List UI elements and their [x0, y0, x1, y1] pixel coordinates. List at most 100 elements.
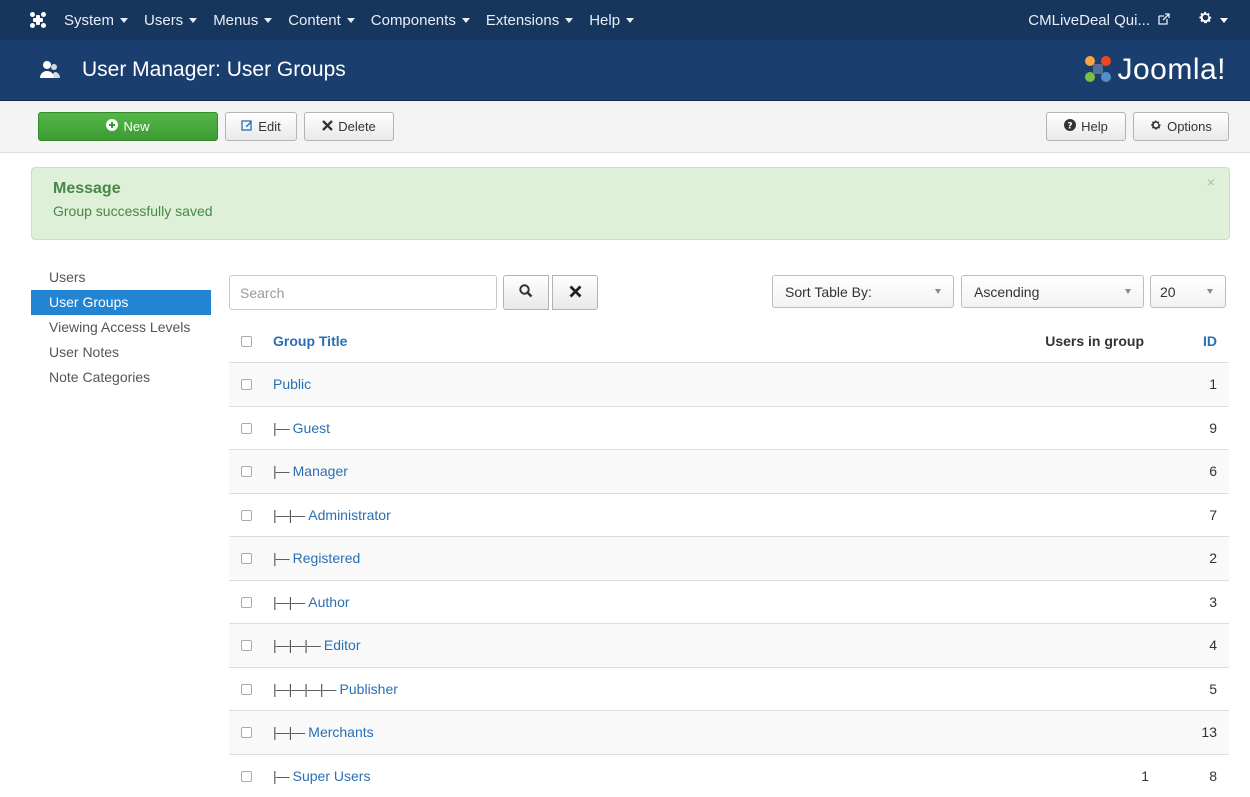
delete-button[interactable]: Delete — [304, 112, 394, 141]
search-input[interactable] — [229, 275, 497, 310]
brand-text: Joomla! — [1117, 53, 1226, 87]
menu-item-label: Help — [589, 12, 620, 29]
direction-select-label: Ascending — [974, 284, 1039, 300]
menu-item-menus[interactable]: Menus — [205, 0, 280, 40]
menu-item-label: Components — [371, 12, 456, 29]
row-checkbox[interactable] — [241, 379, 252, 390]
group-title-cell: |—Super Users — [273, 768, 370, 784]
question-circle-icon: ? — [1064, 119, 1076, 134]
group-title-link[interactable]: Publisher — [340, 681, 398, 697]
menu-item-system[interactable]: System — [56, 0, 136, 40]
sidebar: UsersUser GroupsViewing Access LevelsUse… — [31, 265, 211, 390]
menu-item-label: Users — [144, 12, 183, 29]
new-button[interactable]: New — [38, 112, 218, 141]
group-title-link[interactable]: Administrator — [308, 507, 390, 523]
group-title-link[interactable]: Super Users — [293, 768, 371, 784]
gear-icon — [1198, 10, 1213, 30]
row-checkbox[interactable] — [241, 510, 252, 521]
table-row: |—|—Author3 — [229, 580, 1229, 624]
close-icon — [569, 285, 582, 301]
settings-menu[interactable] — [1180, 10, 1250, 30]
top-navbar: System Users Menus Content Components Extensi… — [0, 0, 1250, 40]
chevron-down-icon — [1207, 289, 1213, 294]
page-title: User Manager: User Groups — [82, 58, 346, 82]
svg-text:?: ? — [1068, 122, 1073, 132]
options-button[interactable]: Options — [1133, 112, 1229, 141]
column-group-title[interactable]: Group Title — [273, 333, 347, 349]
delete-button-label: Delete — [338, 119, 376, 134]
close-icon[interactable]: × — [1207, 174, 1215, 190]
chevron-down-icon — [565, 18, 573, 23]
group-title-link[interactable]: Merchants — [308, 724, 373, 740]
menu-item-label: Menus — [213, 12, 258, 29]
options-button-label: Options — [1167, 119, 1212, 134]
table-row: |—Registered2 — [229, 536, 1229, 580]
group-title-link[interactable]: Author — [308, 594, 349, 610]
group-title-link[interactable]: Guest — [293, 420, 330, 436]
group-title-cell: |—|—|—Editor — [273, 637, 361, 653]
main-menu: System Users Menus Content Components Extensi… — [56, 0, 642, 40]
select-all-checkbox[interactable] — [241, 336, 252, 347]
group-title-link[interactable]: Registered — [293, 550, 361, 566]
chevron-down-icon — [120, 18, 128, 23]
group-title-cell: |—Registered — [273, 550, 360, 566]
chevron-down-icon — [189, 18, 197, 23]
menu-item-content[interactable]: Content — [280, 0, 363, 40]
menu-item-label: System — [64, 12, 114, 29]
menu-item-help[interactable]: Help — [581, 0, 642, 40]
search-button[interactable] — [503, 275, 549, 310]
row-checkbox[interactable] — [241, 727, 252, 738]
external-link-icon — [1158, 13, 1170, 28]
menu-item-label: Extensions — [486, 12, 559, 29]
row-checkbox[interactable] — [241, 640, 252, 651]
chevron-down-icon — [1125, 289, 1131, 294]
success-message: Message Group successfully saved × — [31, 167, 1230, 240]
row-checkbox[interactable] — [241, 423, 252, 434]
menu-item-users[interactable]: Users — [136, 0, 205, 40]
menu-item-extensions[interactable]: Extensions — [478, 0, 581, 40]
row-checkbox[interactable] — [241, 684, 252, 695]
tree-prefix: |—|— — [273, 507, 304, 523]
toolbar: New Edit Delete ? Help Options — [0, 101, 1250, 153]
sort-select-label: Sort Table By: — [785, 284, 872, 300]
sidebar-item-user-notes[interactable]: User Notes — [31, 340, 211, 365]
joomla-logo-icon — [1083, 54, 1113, 87]
group-title-link[interactable]: Public — [273, 376, 311, 392]
sort-select[interactable]: Sort Table By: — [772, 275, 954, 308]
sidebar-item-viewing-access-levels[interactable]: Viewing Access Levels — [31, 315, 211, 340]
id-cell: 6 — [1209, 463, 1217, 479]
sidebar-item-users[interactable]: Users — [31, 265, 211, 290]
limit-select[interactable]: 20 — [1150, 275, 1226, 308]
sidebar-item-user-groups[interactable]: User Groups — [31, 290, 211, 315]
site-link[interactable]: CMLiveDeal Qui... — [1018, 12, 1180, 29]
id-cell: 7 — [1209, 507, 1217, 523]
site-link-label: CMLiveDeal Qui... — [1028, 12, 1150, 29]
table-body: Public1|—Guest9|—Manager6|—|—Administrat… — [229, 362, 1229, 797]
column-users-in-group: Users in group — [989, 333, 1144, 349]
group-title-cell: |—Manager — [273, 463, 348, 479]
groups-table: Group Title Users in group ID Public1|—G… — [229, 320, 1229, 797]
group-title-link[interactable]: Manager — [293, 463, 348, 479]
chevron-down-icon — [264, 18, 272, 23]
edit-button-label: Edit — [258, 119, 280, 134]
table-row: |—|—|—|—Publisher5 — [229, 667, 1229, 711]
search-icon — [519, 284, 533, 301]
clear-button[interactable] — [552, 275, 598, 310]
group-title-link[interactable]: Editor — [324, 637, 361, 653]
edit-button[interactable]: Edit — [225, 112, 297, 141]
menu-item-components[interactable]: Components — [363, 0, 478, 40]
sidebar-item-note-categories[interactable]: Note Categories — [31, 365, 211, 390]
direction-select[interactable]: Ascending — [961, 275, 1144, 308]
close-icon — [322, 119, 333, 134]
joomla-logo-icon[interactable] — [20, 0, 56, 40]
row-checkbox[interactable] — [241, 466, 252, 477]
row-checkbox[interactable] — [241, 553, 252, 564]
row-checkbox[interactable] — [241, 597, 252, 608]
column-id[interactable]: ID — [1203, 333, 1217, 349]
table-row: |—Super Users18 — [229, 754, 1229, 797]
menu-item-label: Content — [288, 12, 341, 29]
plus-circle-icon — [106, 119, 118, 134]
help-button[interactable]: ? Help — [1046, 112, 1126, 141]
row-checkbox[interactable] — [241, 771, 252, 782]
group-title-cell: |—|—|—|—Publisher — [273, 681, 398, 697]
